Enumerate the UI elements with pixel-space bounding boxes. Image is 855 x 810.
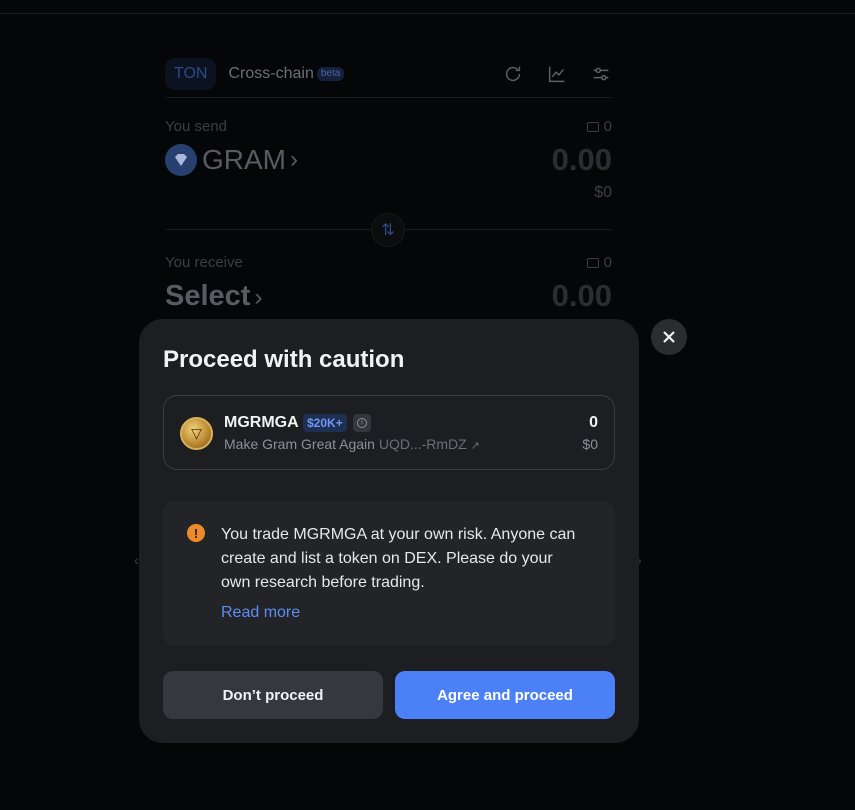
receive-amount-input[interactable]: 0.00	[552, 278, 612, 314]
send-token-selector[interactable]: GRAM ›	[165, 144, 298, 176]
receive-label: You receive	[165, 254, 243, 271]
send-balance-value: 0	[603, 118, 612, 135]
send-label: You send	[165, 118, 228, 135]
send-balance: 0	[586, 118, 612, 135]
token-card: ▽ MGRMGA $20K+ i Make Gram Great Again U…	[163, 395, 615, 470]
swap-arrows-icon: ⇅	[381, 222, 395, 239]
send-token-name: GRAM	[202, 144, 286, 175]
tab-cross-chain[interactable]: Cross-chain beta	[228, 64, 345, 83]
tab-cross-chain-label: Cross-chain	[228, 64, 314, 82]
receive-token-selector[interactable]: Select ›	[165, 280, 262, 313]
beta-badge: beta	[316, 66, 345, 81]
warning-box: ! You trade MGRMGA at your own risk. Any…	[163, 501, 615, 646]
info-icon[interactable]: i	[353, 414, 371, 432]
caution-modal: Proceed with caution ▽ MGRMGA $20K+ i Ma…	[139, 319, 639, 743]
warning-text: You trade MGRMGA at your own risk. Anyon…	[221, 526, 576, 591]
receive-balance-value: 0	[603, 254, 612, 271]
token-amount: 0	[589, 414, 598, 431]
dont-proceed-button[interactable]: Don’t proceed	[163, 671, 383, 719]
external-link-icon: ↗	[470, 440, 480, 452]
swap-header: TON Cross-chain beta	[165, 50, 612, 98]
send-amount-input[interactable]: 0.00	[552, 142, 612, 178]
close-icon	[663, 331, 675, 343]
chart-icon[interactable]	[546, 63, 568, 85]
chevron-right-icon: ›	[290, 146, 298, 173]
read-more-link[interactable]: Read more	[221, 604, 300, 622]
token-full-name: Make Gram Great Again UQD...-RmDZ ↗	[224, 436, 480, 452]
chevron-right-icon: ›	[254, 284, 263, 311]
swap-widget: TON Cross-chain beta You send 0 GRAM › 0…	[165, 50, 612, 313]
swap-direction-button[interactable]: ⇅	[371, 213, 405, 247]
wallet-icon	[586, 121, 599, 132]
liquidity-badge: $20K+	[303, 414, 347, 432]
send-usd-value: $0	[594, 184, 612, 201]
refresh-icon[interactable]	[502, 63, 524, 85]
token-address-link[interactable]: UQD...-RmDZ ↗	[379, 436, 480, 452]
receive-token-label: Select	[165, 280, 251, 312]
close-modal-button[interactable]	[651, 319, 687, 355]
warning-icon: !	[187, 524, 205, 542]
settings-icon[interactable]	[590, 63, 612, 85]
receive-balance: 0	[586, 254, 612, 271]
wallet-icon	[586, 257, 599, 268]
chevron-left-icon[interactable]: ‹	[134, 552, 139, 568]
send-section: You send 0 GRAM › 0.00 $0	[165, 98, 612, 229]
top-divider	[0, 13, 855, 14]
token-name-text: Make Gram Great Again	[224, 436, 375, 452]
tab-ton[interactable]: TON	[165, 57, 217, 90]
token-usd: $0	[582, 436, 598, 452]
mgrmga-logo-icon: ▽	[180, 417, 213, 450]
modal-title: Proceed with caution	[163, 346, 405, 373]
agree-and-proceed-button[interactable]: Agree and proceed	[395, 671, 615, 719]
token-symbol: MGRMGA	[224, 414, 299, 431]
gram-logo-icon	[165, 144, 197, 176]
